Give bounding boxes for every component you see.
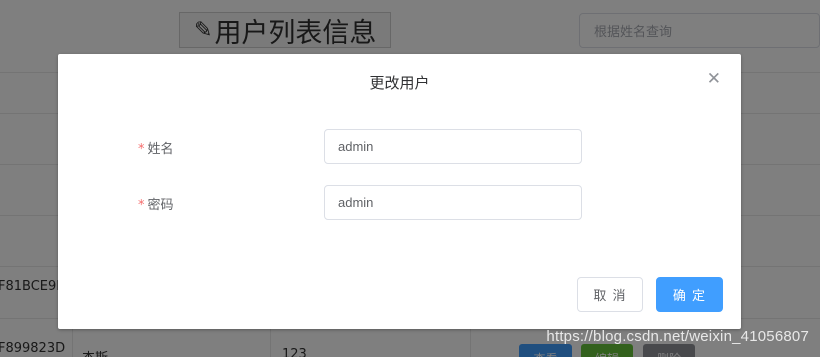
password-field[interactable] [324, 185, 582, 220]
edit-user-dialog: 更改用户 ✕ *姓名 *密码 取 消 确 定 [58, 54, 741, 329]
password-label-text: 密码 [147, 198, 174, 213]
required-mark: * [138, 198, 145, 213]
name-label-text: 姓名 [147, 142, 174, 157]
watermark: https://blog.csdn.net/weixin_41056807 [546, 328, 809, 345]
confirm-button[interactable]: 确 定 [656, 277, 723, 312]
cancel-button[interactable]: 取 消 [577, 277, 643, 312]
dialog-title: 更改用户 [369, 74, 430, 92]
name-field[interactable] [324, 129, 582, 164]
password-label: * 密码 [138, 194, 174, 213]
required-mark: * [138, 142, 145, 157]
name-label: * 姓名 [138, 138, 174, 157]
close-icon[interactable]: ✕ [707, 70, 721, 88]
